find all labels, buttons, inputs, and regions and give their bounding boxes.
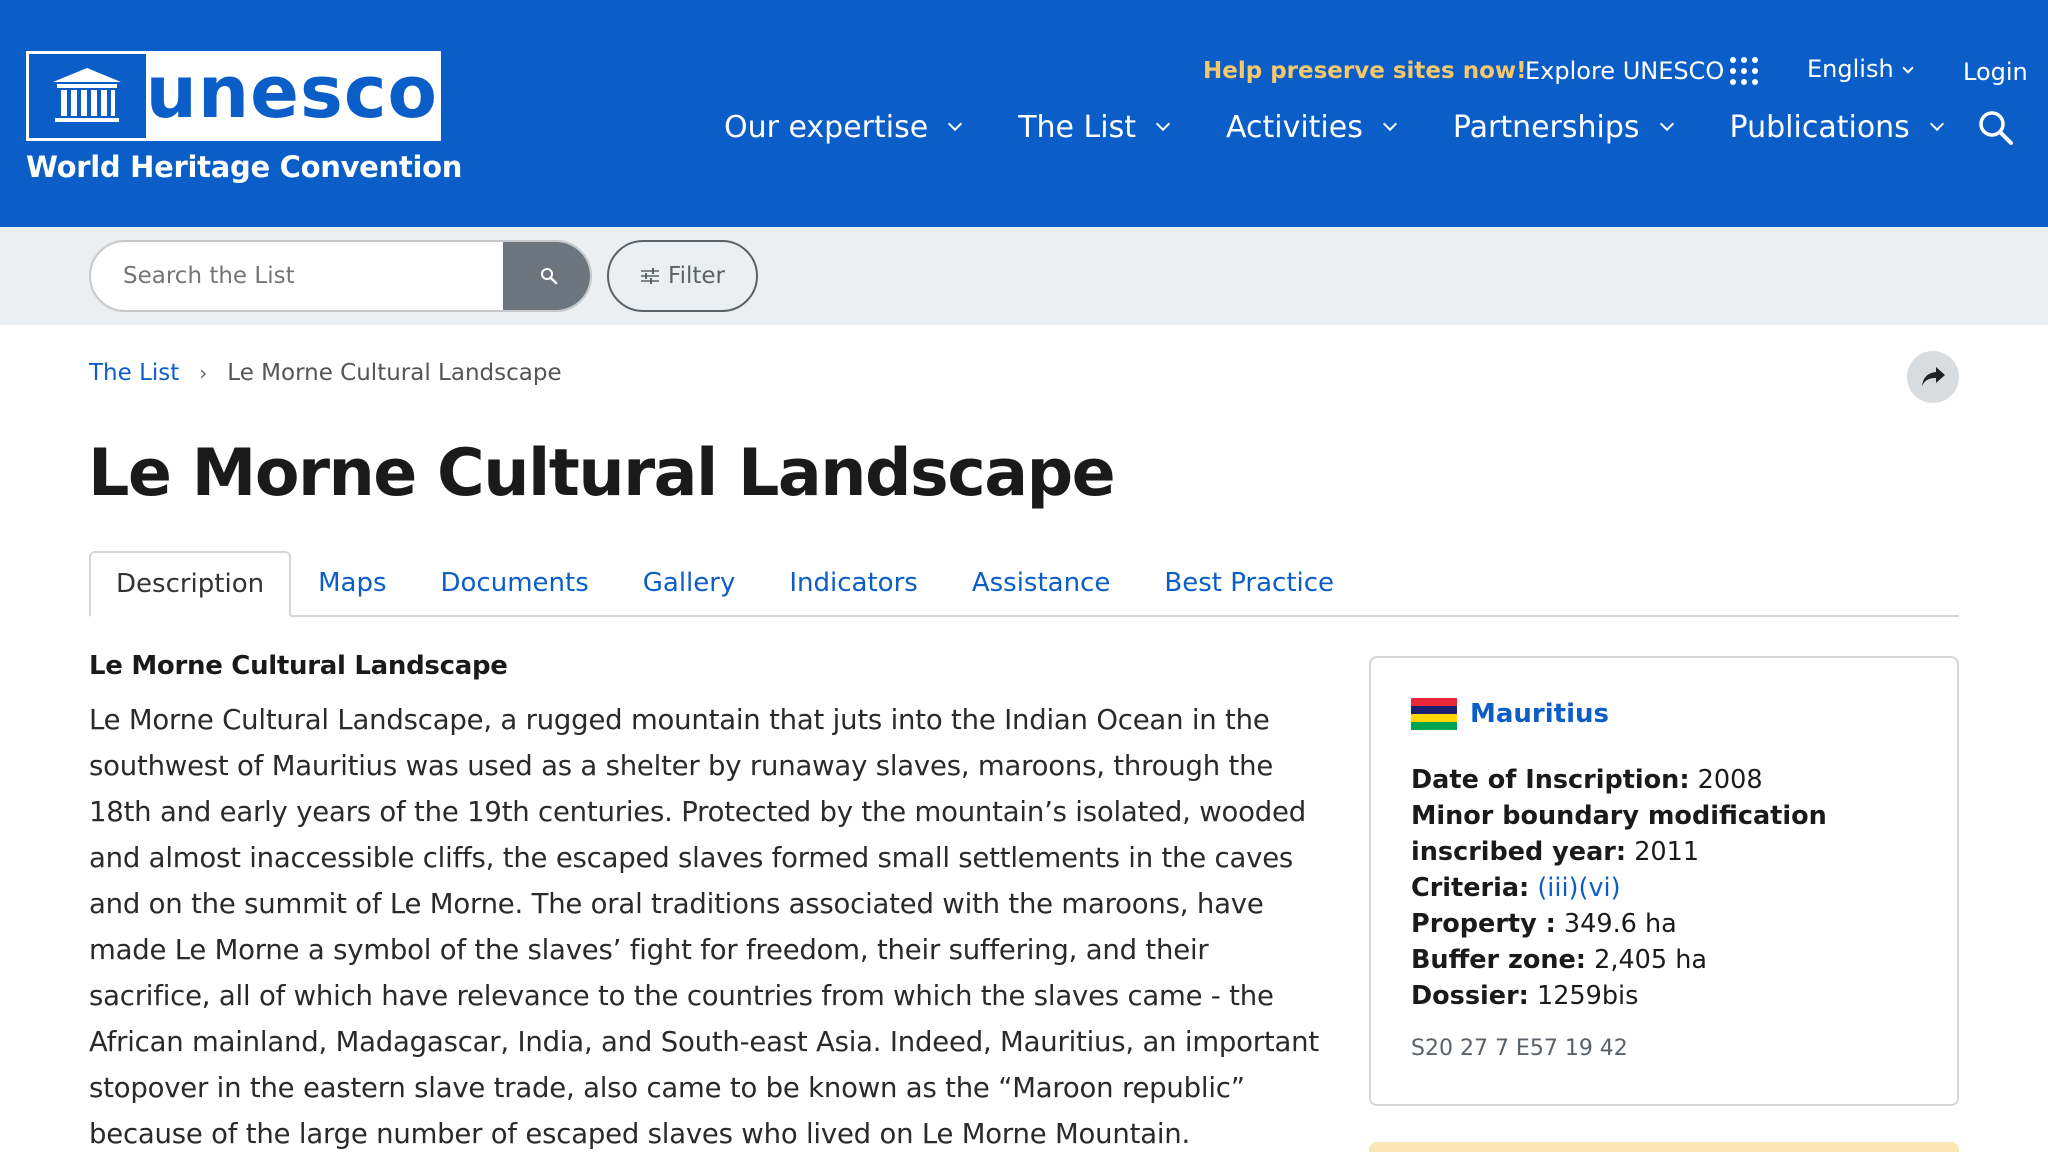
chevron-right-icon: › (199, 361, 208, 385)
search-button[interactable] (503, 242, 590, 310)
breadcrumb-the-list[interactable]: The List (89, 360, 179, 386)
inscription-date-row: Date of Inscription: 2008 (1411, 762, 1931, 798)
coordinates: S20 27 7 E57 19 42 (1411, 1036, 1628, 1061)
header-search-icon[interactable] (1978, 110, 2014, 146)
nav-partnerships[interactable]: Partnerships (1452, 110, 1674, 145)
country-link[interactable]: Mauritius (1470, 699, 1609, 729)
nav-label: The List (1018, 110, 1136, 145)
logo-subtitle[interactable]: World Heritage Convention (26, 150, 462, 184)
unesco-logo[interactable]: unesco (26, 50, 441, 141)
filter-label: Filter (668, 263, 725, 289)
description-body: Le Morne Cultural Landscape, a rugged mo… (89, 704, 1319, 1150)
breadcrumb: The List › Le Morne Cultural Landscape (89, 360, 562, 386)
fact-label: Buffer zone: (1411, 945, 1587, 975)
search-icon (540, 268, 557, 285)
main-navigation: Our expertise The List Activities Partne… (724, 110, 2000, 145)
site-header: unesco World Heritage Convention Help pr… (0, 0, 2048, 227)
buffer-zone-row: Buffer zone: 2,405 ha (1411, 942, 1931, 978)
list-search (89, 240, 592, 312)
chevron-down-icon (1659, 116, 1674, 131)
unesco-temple-icon (29, 54, 146, 138)
chevron-down-icon (948, 116, 963, 131)
fact-label: Property : (1411, 909, 1556, 939)
page-title: Le Morne Cultural Landscape (88, 436, 1116, 511)
criteria-link[interactable]: (iii)(vi) (1537, 873, 1620, 903)
fact-label: Date of Inscription: (1411, 765, 1690, 795)
site-facts: Date of Inscription: 2008 Minor boundary… (1411, 762, 1931, 1014)
chevron-down-icon (1382, 116, 1397, 131)
help-preserve-link[interactable]: Help preserve sites now! (1203, 58, 1527, 84)
chevron-down-icon (1929, 116, 1944, 131)
search-input[interactable] (91, 242, 503, 310)
tab-assistance[interactable]: Assistance (945, 551, 1138, 615)
property-row: Property : 349.6 ha (1411, 906, 1931, 942)
nav-our-expertise[interactable]: Our expertise (724, 110, 963, 145)
nav-label: Partnerships (1452, 110, 1640, 145)
chevron-down-icon (1155, 116, 1171, 131)
alert-card-partial (1369, 1142, 1959, 1152)
sliders-icon (641, 268, 660, 284)
fact-value: 2,405 ha (1594, 945, 1708, 975)
language-label: English (1807, 55, 1894, 83)
boundary-modification-row: Minor boundary modification inscribed ye… (1411, 798, 1931, 870)
nav-label: Our expertise (724, 110, 929, 145)
logo-wordmark: unesco (145, 50, 438, 138)
breadcrumb-current: Le Morne Cultural Landscape (227, 360, 562, 386)
fact-value: 349.6 ha (1563, 909, 1677, 939)
description-heading: Le Morne Cultural Landscape (89, 651, 508, 681)
share-icon (1922, 367, 1945, 386)
fact-label: Dossier: (1411, 981, 1529, 1011)
nav-the-list[interactable]: The List (1018, 110, 1171, 145)
fact-value: 1259bis (1536, 981, 1639, 1011)
apps-grid-icon[interactable] (1730, 57, 1758, 85)
fact-label: Criteria: (1411, 873, 1530, 903)
tab-description[interactable]: Description (89, 551, 292, 617)
tab-indicators[interactable]: Indicators (762, 551, 944, 615)
site-tabs: Description Maps Documents Gallery Indic… (89, 551, 1959, 617)
site-info-card: Mauritius Date of Inscription: 2008 Mino… (1369, 656, 1959, 1106)
tab-best-practice[interactable]: Best Practice (1137, 551, 1361, 615)
share-button[interactable] (1907, 351, 1959, 403)
fact-value: 2011 (1634, 837, 1700, 867)
nav-label: Publications (1729, 110, 1910, 145)
tab-gallery[interactable]: Gallery (616, 551, 763, 615)
login-link[interactable]: Login (1963, 58, 2028, 86)
fact-value: 2008 (1697, 765, 1763, 795)
language-selector[interactable]: English (1807, 55, 1914, 83)
nav-activities[interactable]: Activities (1225, 110, 1397, 145)
criteria-row: Criteria: (iii)(vi) (1411, 870, 1931, 906)
tab-maps[interactable]: Maps (291, 551, 413, 615)
explore-unesco-link[interactable]: Explore UNESCO (1525, 57, 1724, 85)
country-row: Mauritius (1411, 698, 1609, 730)
filter-button[interactable]: Filter (607, 240, 758, 312)
tab-documents[interactable]: Documents (414, 551, 616, 615)
chevron-down-icon (1902, 62, 1914, 74)
mauritius-flag-icon (1411, 698, 1457, 730)
fact-label: Minor boundary modification inscribed ye… (1411, 801, 1827, 867)
nav-label: Activities (1225, 110, 1363, 145)
dossier-row: Dossier: 1259bis (1411, 978, 1931, 1014)
nav-publications[interactable]: Publications (1729, 110, 1944, 145)
